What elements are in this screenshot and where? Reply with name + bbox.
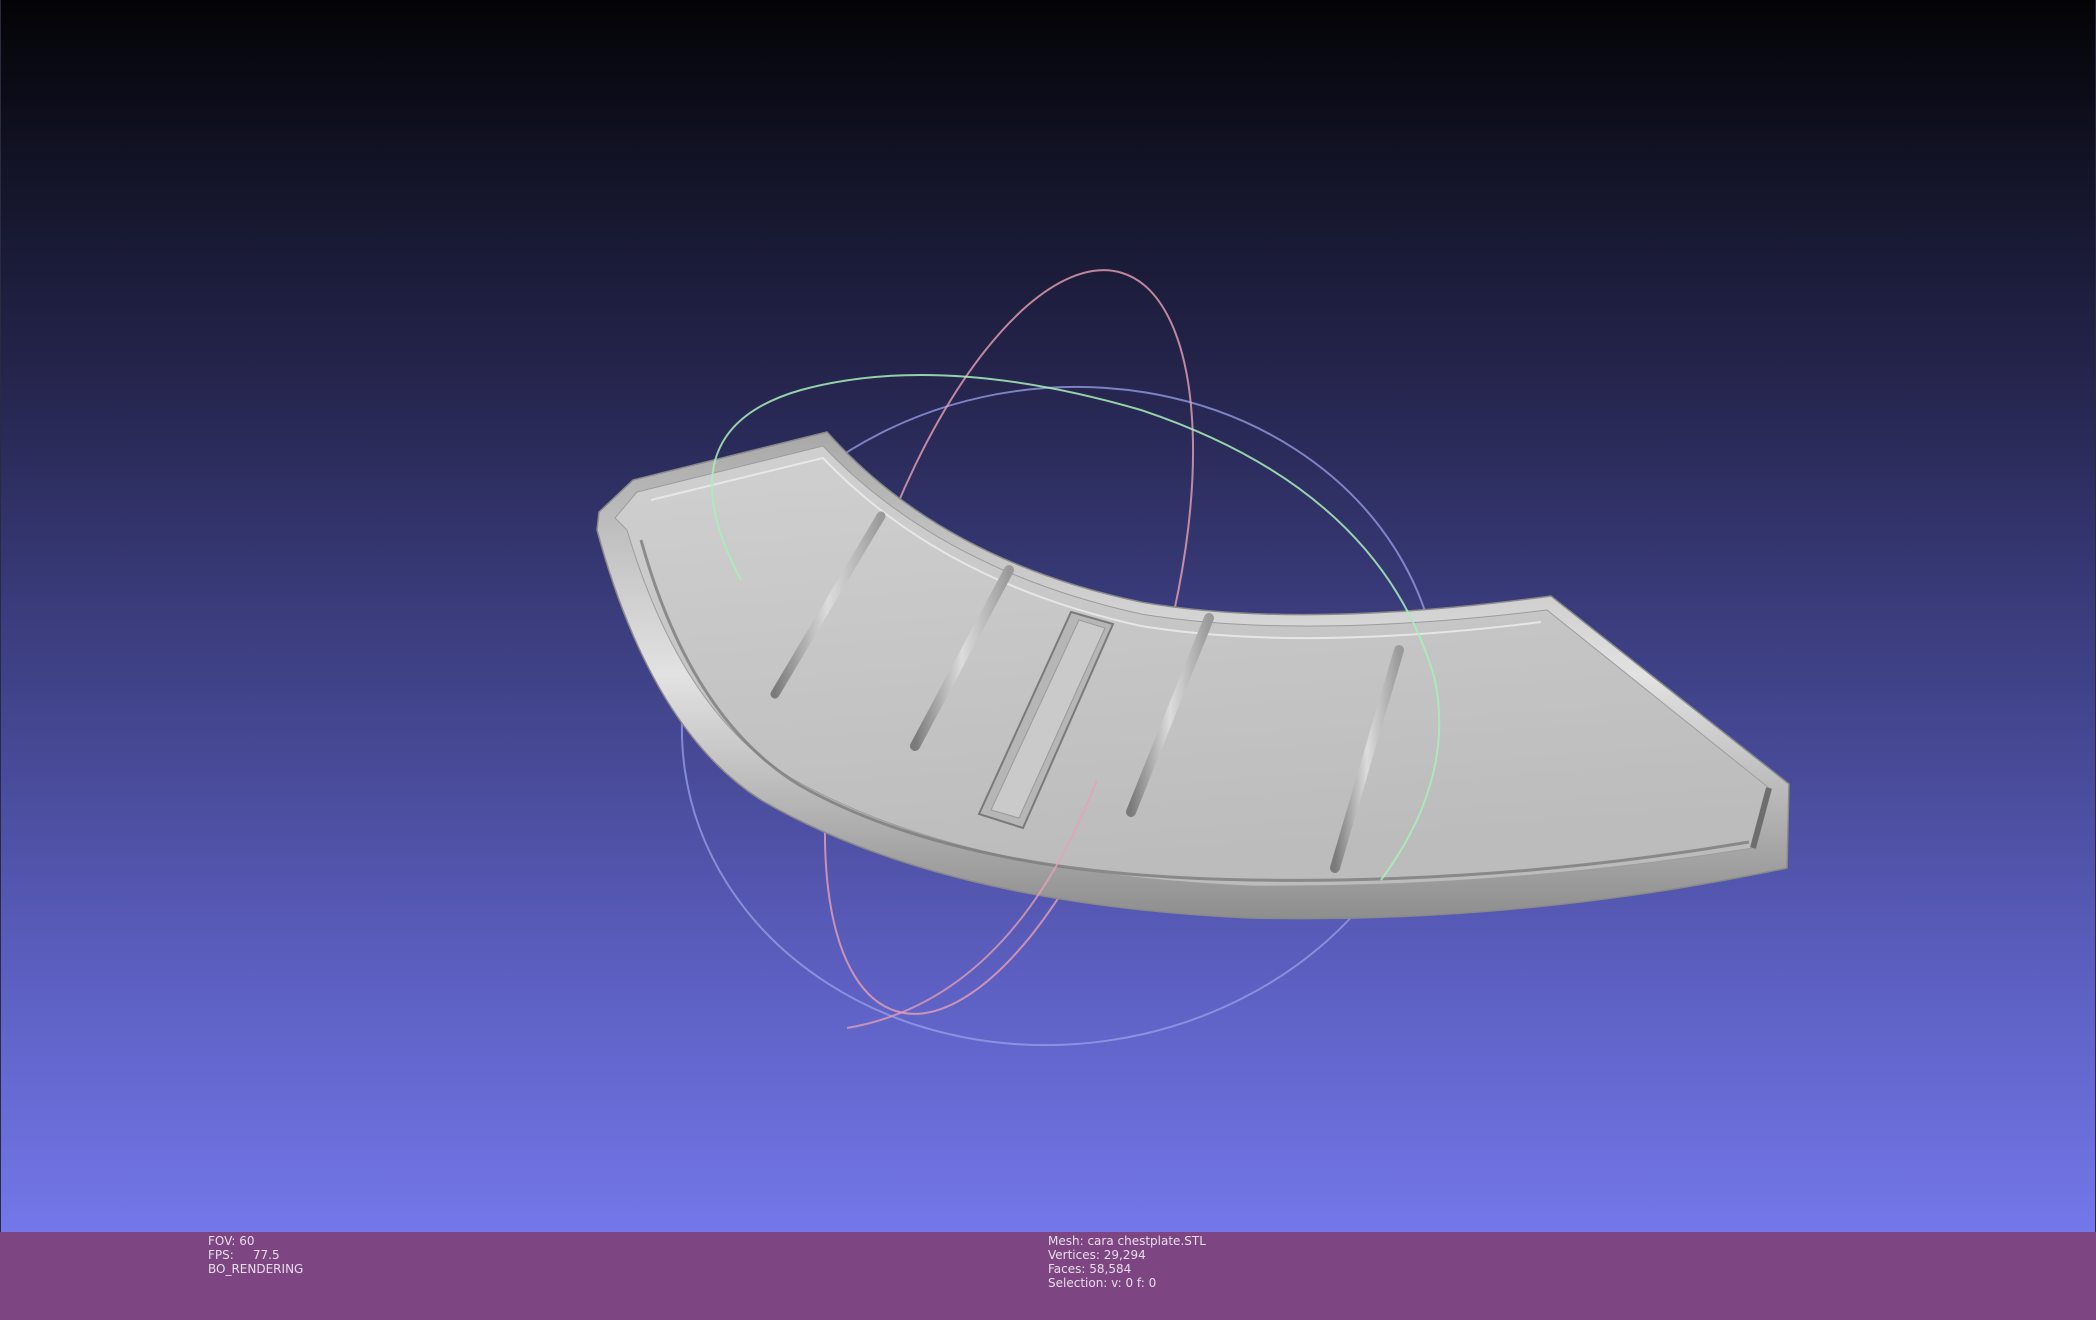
mesh-name: Mesh: cara chestplate.STL bbox=[1048, 1234, 1206, 1248]
face-count: Faces: 58,584 bbox=[1048, 1262, 1132, 1276]
chestplate-mesh[interactable] bbox=[596, 431, 1790, 920]
vertex-count: Vertices: 29,294 bbox=[1048, 1248, 1146, 1262]
scene-canvas[interactable] bbox=[1, 0, 2096, 1232]
fps-readout: FPS: 77.5 bbox=[208, 1248, 280, 1262]
3d-viewport[interactable] bbox=[0, 0, 2096, 1232]
rendering-mode: BO_RENDERING bbox=[208, 1262, 304, 1276]
fov-readout: FOV: 60 bbox=[208, 1234, 255, 1248]
selection-info: Selection: v: 0 f: 0 bbox=[1048, 1276, 1157, 1290]
render-info: FOV: 60 FPS: 77.5 BO_RENDERING bbox=[208, 1234, 303, 1276]
mesh-info: Mesh: cara chestplate.STL Vertices: 29,2… bbox=[1048, 1234, 1206, 1290]
status-bar: FOV: 60 FPS: 77.5 BO_RENDERING Mesh: car… bbox=[0, 1232, 2096, 1320]
